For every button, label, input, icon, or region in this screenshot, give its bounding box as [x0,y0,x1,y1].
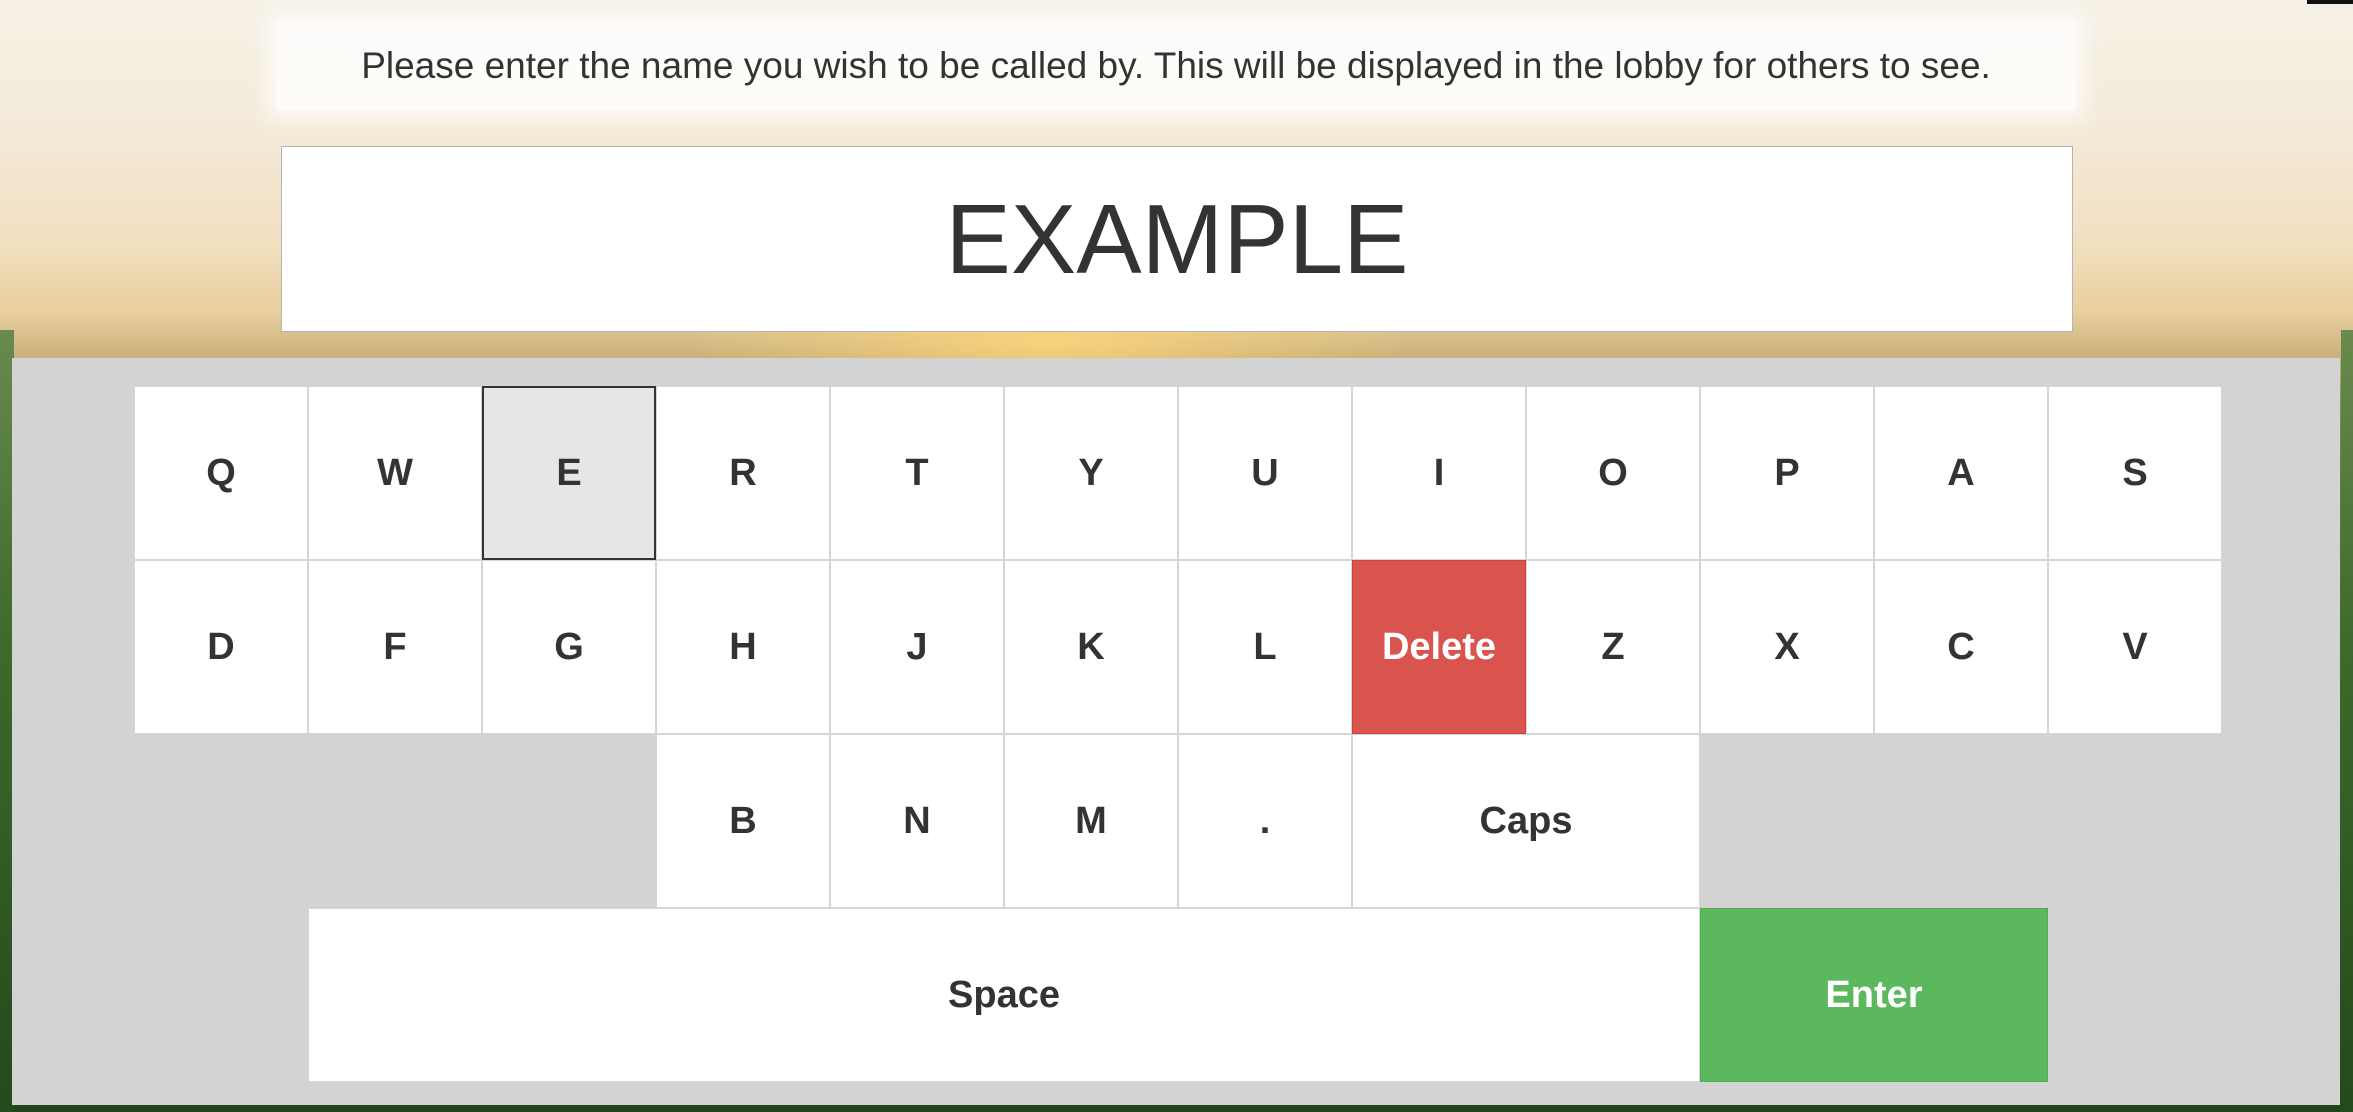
key-a[interactable]: A [1874,386,2048,560]
name-instructions: Please enter the name you wish to be cal… [276,22,2076,110]
key-k[interactable]: K [1004,560,1178,734]
key-f[interactable]: F [308,560,482,734]
key-r[interactable]: R [656,386,830,560]
key-j[interactable]: J [830,560,1004,734]
caps-key[interactable]: Caps [1352,734,1700,908]
background-foliage-right [2341,330,2353,1112]
space-key[interactable]: Space [308,908,1700,1082]
enter-key[interactable]: Enter [1700,908,2048,1082]
key-z[interactable]: Z [1526,560,1700,734]
key-c[interactable]: C [1874,560,2048,734]
key-v[interactable]: V [2048,560,2222,734]
key-p[interactable]: P [1700,386,1874,560]
key-g[interactable]: G [482,560,656,734]
key-e[interactable]: E [482,386,656,560]
key-s[interactable]: S [2048,386,2222,560]
key-o[interactable]: O [1526,386,1700,560]
key-t[interactable]: T [830,386,1004,560]
key-i[interactable]: I [1352,386,1526,560]
key-l[interactable]: L [1178,560,1352,734]
key-h[interactable]: H [656,560,830,734]
key-x[interactable]: X [1700,560,1874,734]
delete-key[interactable]: Delete [1352,560,1526,734]
on-screen-keyboard: Q W E R T Y U I O P A S D F G H J K L De… [12,358,2340,1105]
name-input-display[interactable]: EXAMPLE [281,146,2073,332]
key-q[interactable]: Q [134,386,308,560]
key-u[interactable]: U [1178,386,1352,560]
key-w[interactable]: W [308,386,482,560]
key-n[interactable]: N [830,734,1004,908]
window-corner-mark [2307,0,2353,4]
key-b[interactable]: B [656,734,830,908]
key-d[interactable]: D [134,560,308,734]
key-y[interactable]: Y [1004,386,1178,560]
key-m[interactable]: M [1004,734,1178,908]
key-period[interactable]: . [1178,734,1352,908]
